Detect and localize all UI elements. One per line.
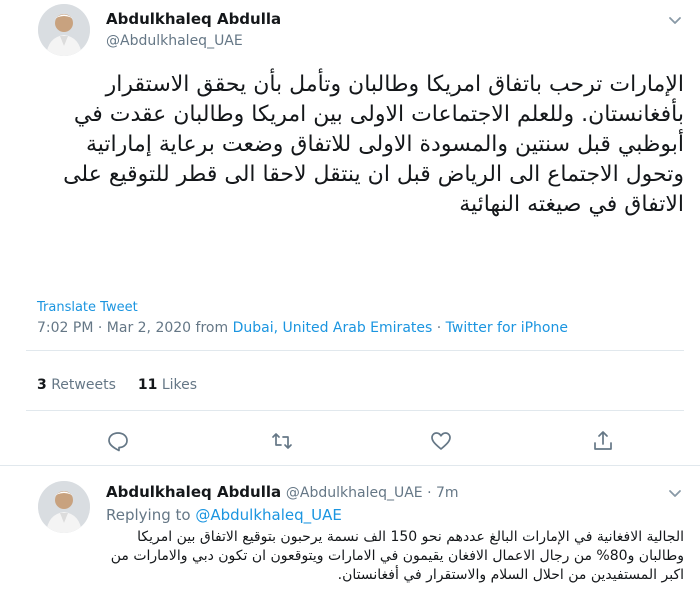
tweet-location[interactable]: Dubai, United Arab Emirates (233, 320, 433, 336)
likes-count: 11 (137, 377, 158, 393)
meta-separator: · (422, 485, 436, 501)
tweet-source[interactable]: Twitter for iPhone (446, 320, 568, 336)
reply-age[interactable]: 7m (436, 485, 459, 501)
share-icon[interactable] (591, 429, 615, 453)
chevron-down-icon[interactable] (665, 483, 685, 503)
likes-stat[interactable]: 11 Likes (138, 377, 197, 393)
author-handle[interactable]: @Abdulkhaleq_UAE (106, 33, 243, 49)
main-tweet: Abdulkhaleq Abdulla @Abdulkhaleq_UAE الإ… (0, 0, 700, 460)
translate-tweet-link[interactable]: Translate Tweet (37, 300, 138, 315)
reply-icon[interactable] (106, 429, 130, 453)
divider (26, 410, 684, 411)
tweet-date[interactable]: Mar 2, 2020 (107, 320, 191, 336)
replying-to-handle[interactable]: @Abdulkhaleq_UAE (195, 506, 342, 524)
retweets-stat[interactable]: 3 Retweets (37, 377, 116, 393)
reply-text: الجالية الافغانية في الإمارات البالغ عدد… (110, 529, 684, 583)
avatar[interactable] (38, 481, 90, 533)
from-label: from (191, 320, 233, 336)
reply-tweet[interactable]: Abdulkhaleq Abdulla @Abdulkhaleq_UAE · 7… (0, 466, 700, 602)
meta-separator: · (432, 320, 446, 336)
author-handle[interactable]: @Abdulkhaleq_UAE (286, 485, 423, 501)
retweet-icon[interactable] (270, 429, 294, 453)
author-name[interactable]: Abdulkhaleq Abdulla (106, 10, 281, 28)
divider (26, 350, 684, 351)
tweet-stats: 3 Retweets 11 Likes (37, 377, 197, 393)
chevron-down-icon[interactable] (665, 10, 685, 30)
author-name[interactable]: Abdulkhaleq Abdulla (106, 483, 281, 501)
tweet-metadata: 7:02 PM · Mar 2, 2020 from Dubai, United… (37, 320, 568, 336)
reply-header: Abdulkhaleq Abdulla @Abdulkhaleq_UAE · 7… (106, 483, 459, 501)
retweets-label: Retweets (51, 377, 116, 393)
tweet-time[interactable]: 7:02 PM (37, 320, 93, 336)
replying-to: Replying to @Abdulkhaleq_UAE (106, 506, 342, 524)
meta-separator: · (93, 320, 107, 336)
replying-to-label: Replying to (106, 506, 196, 524)
likes-label: Likes (161, 377, 198, 393)
avatar[interactable] (38, 4, 90, 56)
heart-icon[interactable] (429, 429, 453, 453)
tweet-text: الإمارات ترحب باتفاق امريكا وطالبان وتأم… (63, 72, 684, 217)
retweets-count: 3 (37, 377, 47, 393)
